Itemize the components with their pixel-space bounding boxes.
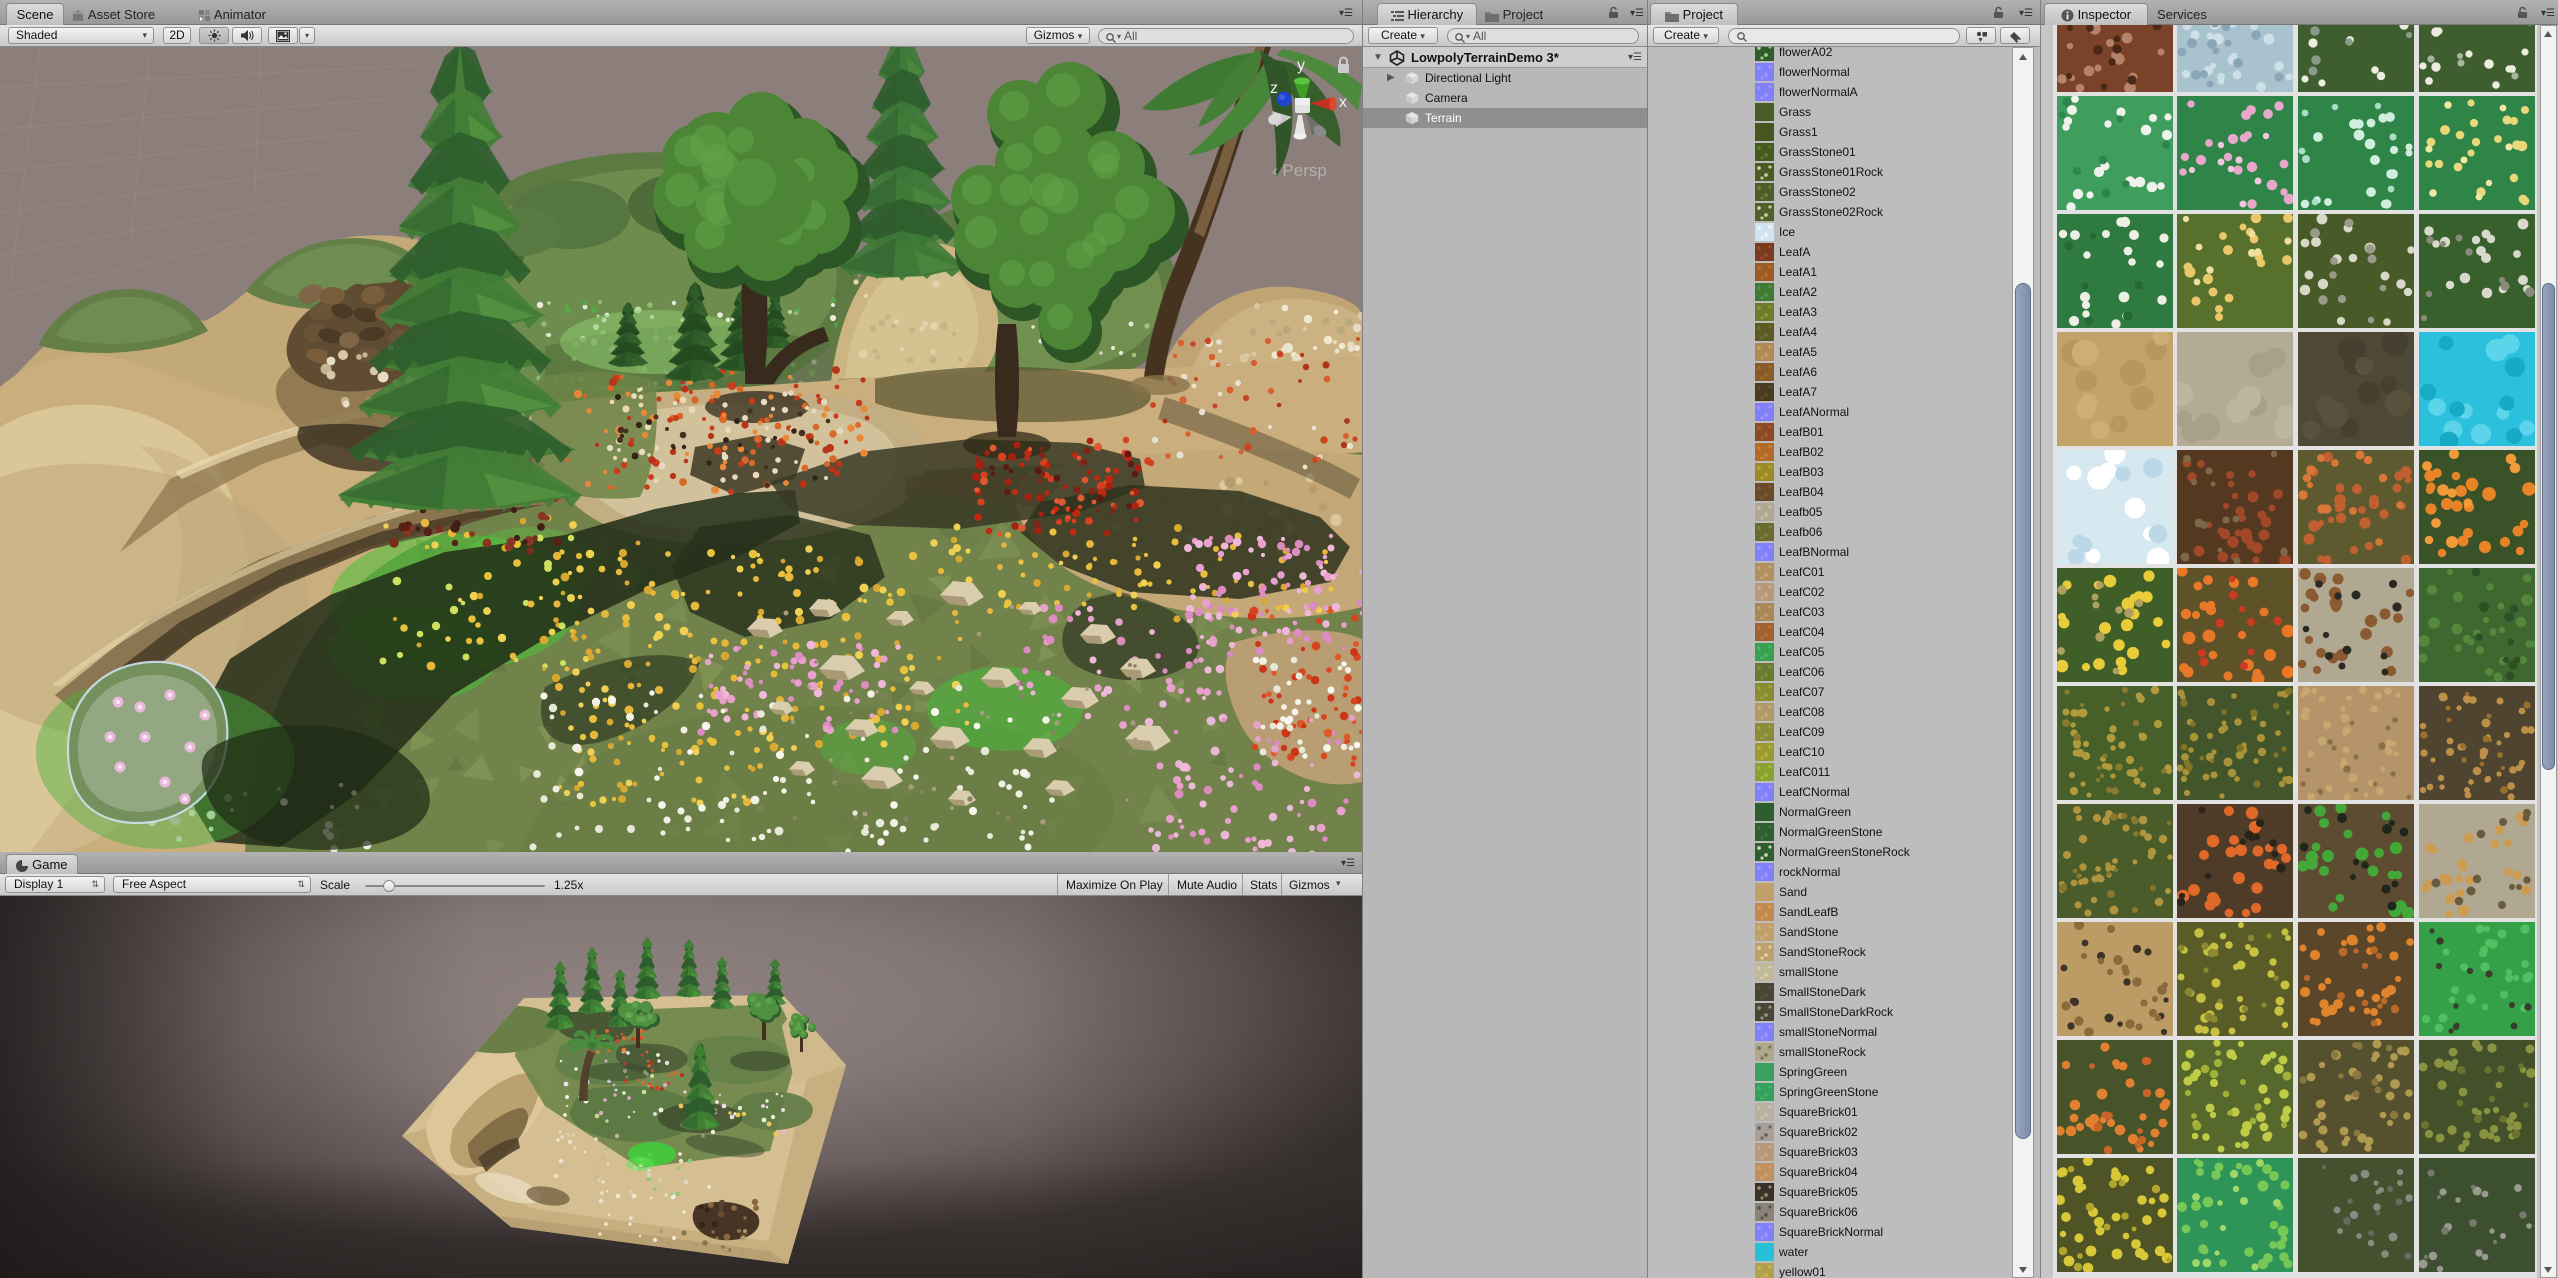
svg-text:‹ Persp: ‹ Persp bbox=[1272, 161, 1327, 180]
svg-text:z: z bbox=[1270, 80, 1278, 97]
svg-text:x: x bbox=[1339, 94, 1347, 111]
svg-text:y: y bbox=[1297, 57, 1305, 74]
